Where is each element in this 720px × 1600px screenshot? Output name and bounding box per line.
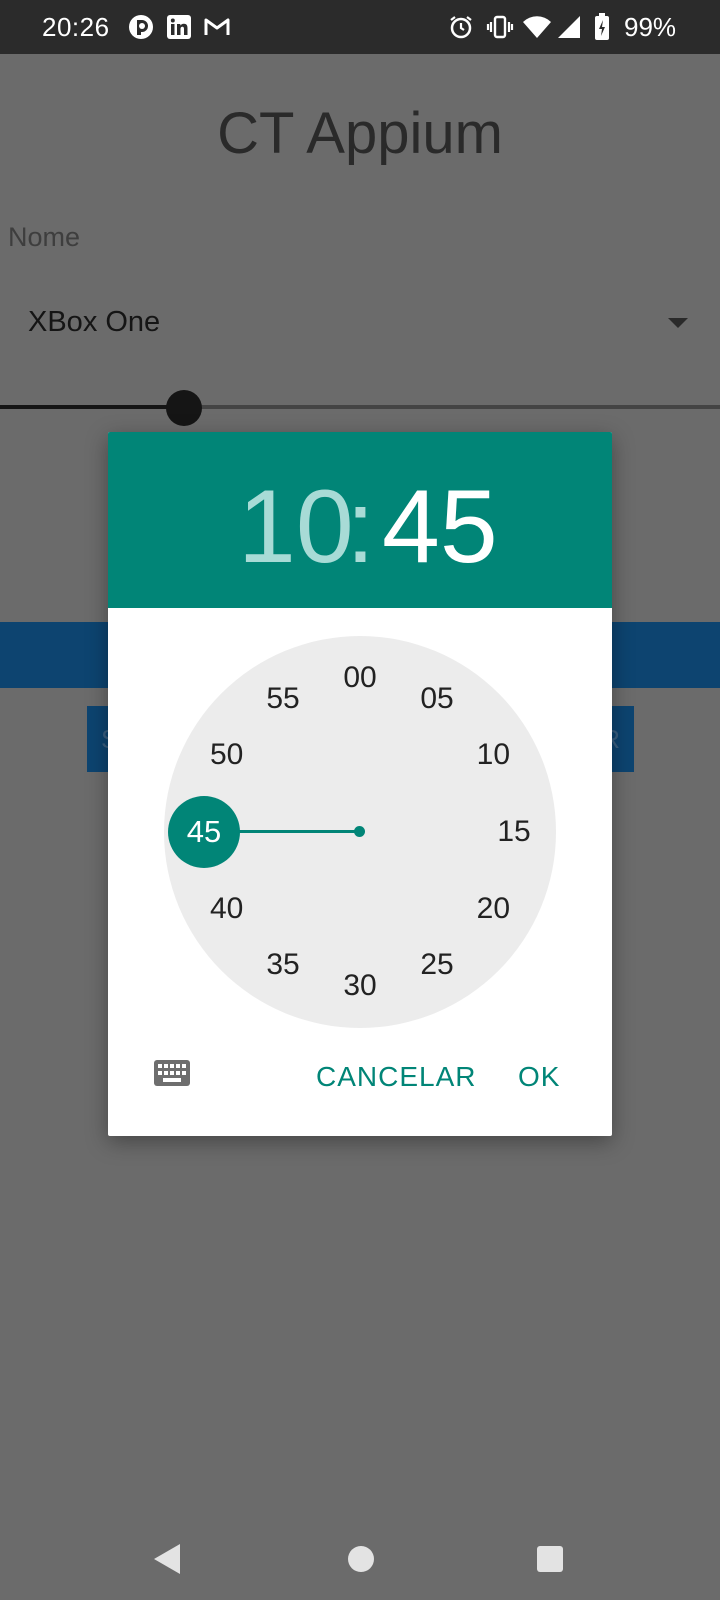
time-separator: : (346, 469, 375, 585)
clock-center-dot (354, 826, 365, 837)
status-time: 20:26 (42, 12, 110, 42)
app-title: CT Appium (217, 101, 503, 166)
wifi-icon (522, 14, 552, 40)
name-field-label: Nome (8, 222, 81, 252)
alarm-icon (448, 14, 474, 40)
seekbar-progress[interactable] (0, 405, 184, 409)
clock-hand (234, 830, 360, 833)
clock-number-00[interactable]: 00 (330, 658, 390, 698)
clock-number-55[interactable]: 55 (253, 679, 313, 719)
seekbar-thumb[interactable] (166, 390, 202, 426)
selected-minute[interactable]: 45 (168, 796, 240, 868)
clock-number-40[interactable]: 40 (197, 889, 257, 929)
clock-number-50[interactable]: 50 (197, 735, 257, 775)
linkedin-icon (166, 14, 192, 40)
clock-number-20[interactable]: 20 (463, 889, 523, 929)
vibrate-icon (486, 14, 514, 40)
clock-number-15[interactable]: 15 (484, 812, 544, 852)
hour-display[interactable]: 10 (238, 468, 354, 587)
time-picker-header: 10 : 45 (108, 432, 612, 608)
clock-number-25[interactable]: 25 (407, 945, 467, 985)
clock-number-10[interactable]: 10 (463, 735, 523, 775)
clock-number-30[interactable]: 30 (330, 966, 390, 1006)
cancel-button[interactable]: CANCELAR (316, 1052, 476, 1102)
dropdown-arrow-icon[interactable] (668, 318, 688, 328)
status-bar: 20:26 99% (0, 0, 720, 54)
name-spinner[interactable]: XBox One (28, 306, 160, 339)
ok-button[interactable]: OK (518, 1052, 560, 1102)
circle-app-icon (128, 14, 154, 40)
clock-face[interactable]: 45 00 05 10 15 20 25 30 35 40 50 55 (164, 636, 556, 1028)
battery-charging-icon (594, 13, 610, 40)
seekbar-track[interactable] (184, 405, 720, 409)
home-icon[interactable] (348, 1546, 374, 1572)
battery-percentage: 99% (624, 12, 677, 42)
recents-icon[interactable] (537, 1546, 563, 1572)
clock-number-05[interactable]: 05 (407, 679, 467, 719)
clock-number-35[interactable]: 35 (253, 945, 313, 985)
keyboard-icon[interactable] (154, 1060, 190, 1086)
back-icon[interactable] (154, 1544, 180, 1574)
signal-icon (556, 14, 582, 40)
time-picker-dialog: 10 : 45 45 00 05 10 15 20 25 30 35 40 50 55 CANCEL… (108, 432, 612, 1136)
gmail-icon (204, 14, 230, 40)
minute-display[interactable]: 45 (382, 468, 498, 587)
